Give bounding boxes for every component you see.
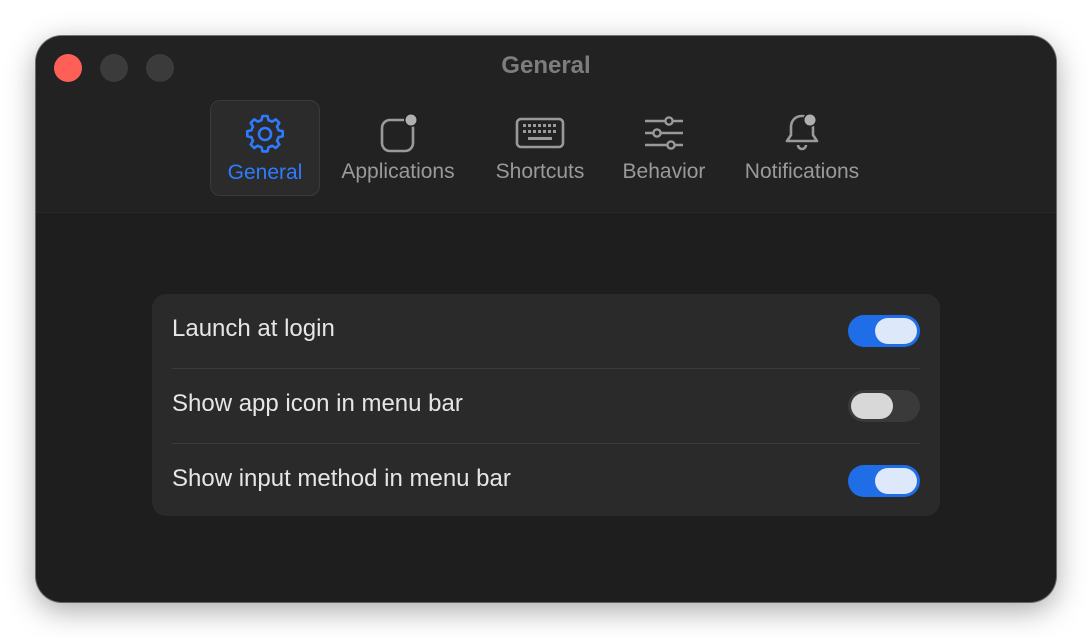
setting-row-show-input-method: Show input method in menu bar [152, 444, 940, 518]
tab-shortcuts-label: Shortcuts [495, 160, 585, 183]
tab-general[interactable]: General [210, 100, 320, 196]
show-input-method-toggle[interactable] [848, 465, 920, 497]
tab-behavior-label: Behavior [622, 160, 706, 183]
gear-icon [242, 111, 288, 157]
toolbar: General General Applications Shortcuts B… [36, 36, 1056, 213]
toggle-knob [875, 318, 917, 344]
sliders-icon [641, 110, 687, 156]
window-title: General [501, 52, 591, 79]
app-badge-icon [375, 110, 421, 156]
tab-applications[interactable]: Applications [332, 100, 464, 194]
tab-notifications-label: Notifications [744, 160, 860, 183]
tab-shortcuts[interactable]: Shortcuts [484, 100, 596, 194]
keyboard-icon [515, 110, 565, 156]
tab-general-label: General [227, 161, 303, 184]
tab-applications-label: Applications [341, 160, 455, 183]
preferences-window: General General Applications Shortcuts B… [36, 36, 1056, 602]
tab-notifications[interactable]: Notifications [732, 100, 872, 194]
toggle-knob [875, 468, 917, 494]
settings-card: Launch at login Show app icon in menu ba… [152, 294, 940, 516]
setting-label: Launch at login [172, 315, 335, 342]
launch-at-login-toggle[interactable] [848, 315, 920, 347]
toggle-knob [851, 393, 893, 419]
setting-label: Show input method in menu bar [172, 465, 511, 492]
setting-row-launch-at-login: Launch at login [152, 294, 940, 368]
setting-row-show-app-icon: Show app icon in menu bar [152, 369, 940, 443]
show-app-icon-toggle[interactable] [848, 390, 920, 422]
setting-label: Show app icon in menu bar [172, 390, 463, 417]
bell-badge-icon [779, 110, 825, 156]
tab-behavior[interactable]: Behavior [614, 100, 714, 194]
